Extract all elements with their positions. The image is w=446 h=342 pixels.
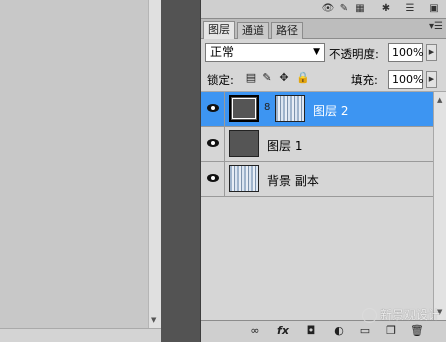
layer-thumbnail — [229, 130, 259, 157]
tab-layers[interactable]: 图层 — [203, 21, 235, 39]
blend-mode-select[interactable]: 正常 ▼ — [205, 43, 325, 62]
new-layer-icon[interactable]: ❐ — [383, 324, 399, 338]
eye-icon — [207, 174, 219, 182]
workspace-background — [161, 0, 200, 342]
layer-row[interactable]: 图层 1 — [201, 127, 433, 162]
layer-name[interactable]: 图层 2 — [313, 102, 348, 119]
group-icon[interactable]: ▭ — [357, 324, 373, 338]
lock-all-icon[interactable]: 🔒 — [296, 72, 310, 84]
lock-label: 锁定: — [207, 73, 234, 87]
mask-icon[interactable]: ◘ — [303, 324, 319, 338]
canvas-horizontal-scrollbar[interactable] — [0, 328, 161, 342]
layer-name[interactable]: 图层 1 — [267, 137, 302, 154]
watermark: 新景观设计 — [361, 306, 440, 323]
swatch-icon[interactable]: ✎ — [337, 3, 351, 15]
eye-icon — [207, 104, 219, 112]
fill-label: 填充: — [351, 73, 378, 87]
layer-row[interactable]: 8 图层 2 — [201, 92, 433, 127]
eye-icon — [207, 139, 219, 147]
lock-move-icon[interactable]: ✥ — [278, 72, 290, 84]
layer-name[interactable]: 背景 副本 — [267, 172, 319, 189]
visibility-toggle[interactable] — [201, 127, 225, 161]
layers-list: 8 图层 2 图层 1 背景 副本 — [201, 92, 433, 320]
trash-icon[interactable]: 🗑 — [409, 324, 425, 338]
blend-opacity-row: 正常 ▼ 不透明度: 100% ▶ — [201, 40, 446, 67]
scroll-down-arrow-icon[interactable]: ▼ — [151, 316, 156, 324]
watermark-text: 新景观设计 — [379, 308, 440, 322]
layer-mask-thumbnail[interactable] — [275, 95, 305, 122]
fill-field[interactable]: 100% — [388, 70, 423, 89]
canvas-vertical-scrollbar[interactable]: ▼ — [148, 0, 161, 342]
panel-tabs: 图层 通道 路径 ▾☰ — [201, 19, 446, 39]
grid-icon[interactable]: ▣ — [427, 3, 441, 15]
spark-icon[interactable]: ✱ — [379, 3, 393, 15]
lock-brush-icon[interactable]: ✎ — [261, 72, 273, 84]
lock-transparency-icon[interactable]: ▤ — [245, 72, 257, 84]
fx-icon[interactable]: fx — [275, 324, 291, 338]
document-canvas[interactable] — [0, 0, 148, 342]
chevron-down-icon: ▼ — [313, 47, 320, 57]
list-icon[interactable]: ☰ — [403, 3, 417, 15]
mask-link-icon[interactable]: 8 — [264, 102, 270, 113]
visibility-toggle[interactable] — [201, 92, 225, 126]
tab-channels[interactable]: 通道 — [237, 22, 269, 39]
visibility-toggle[interactable] — [201, 162, 225, 196]
panel-dock-toolbar: 👁 ✎ ▦ ✱ ☰ ▣ — [201, 0, 446, 19]
fill-arrow-icon[interactable]: ▶ — [426, 71, 437, 88]
scroll-up-arrow-icon[interactable]: ▲ — [437, 96, 442, 104]
watermark-logo-icon — [361, 308, 377, 323]
tab-paths[interactable]: 路径 — [271, 22, 303, 39]
panel-menu-icon[interactable]: ▾☰ — [429, 21, 443, 32]
blend-mode-value: 正常 — [210, 45, 235, 59]
eye-brush-icon[interactable]: 👁 — [321, 3, 335, 15]
layers-panel: 👁 ✎ ▦ ✱ ☰ ▣ 图层 通道 路径 ▾☰ 正常 ▼ 不透明度: 100% … — [200, 0, 446, 342]
layer-row[interactable]: 背景 副本 — [201, 162, 433, 197]
adjust-icon[interactable]: ▦ — [353, 3, 367, 15]
opacity-label: 不透明度: — [329, 47, 379, 61]
layers-bottom-toolbar: ∞ fx ◘ ◐ ▭ ❐ 🗑 — [201, 320, 446, 342]
layers-scrollbar[interactable]: ▲ ▼ — [433, 92, 446, 320]
layer-thumbnail — [229, 95, 259, 122]
lock-fill-row: 锁定: ▤ ✎ ✥ 🔒 填充: 100% ▶ — [201, 67, 446, 92]
opacity-arrow-icon[interactable]: ▶ — [426, 44, 437, 61]
layer-thumbnail — [229, 165, 259, 192]
opacity-field[interactable]: 100% — [388, 43, 423, 62]
link-icon[interactable]: ∞ — [247, 324, 263, 338]
adjustment-layer-icon[interactable]: ◐ — [331, 324, 347, 338]
